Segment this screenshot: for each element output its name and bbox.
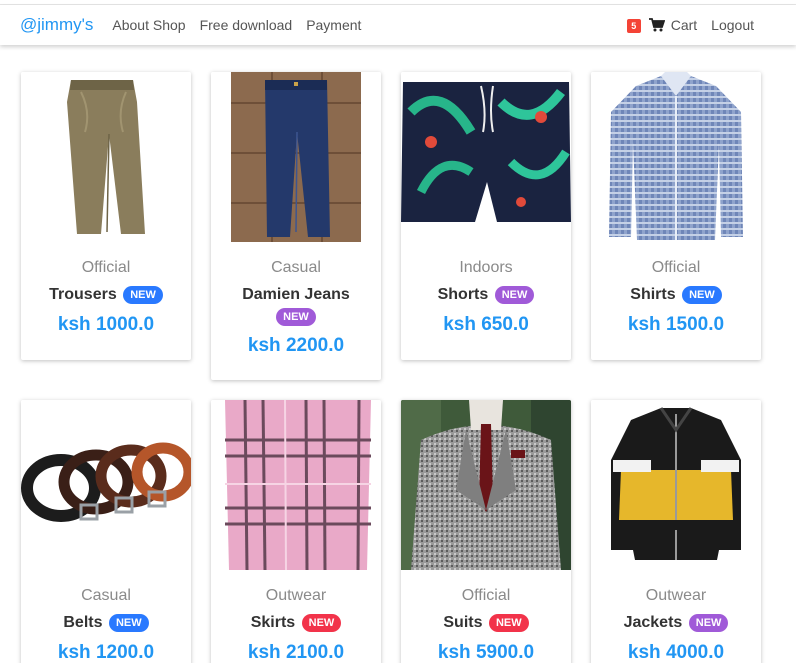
product-name[interactable]: Shirts xyxy=(630,286,675,303)
new-badge: NEW xyxy=(276,308,316,326)
cart-link[interactable]: Cart xyxy=(671,17,697,33)
product-name[interactable]: Trousers xyxy=(49,286,117,303)
product-image-suits[interactable] xyxy=(401,400,571,570)
product-card-belts[interactable]: Casual Belts NEW ksh 1200.0 xyxy=(21,400,191,663)
product-name-row: Trousers NEW xyxy=(21,285,191,305)
nav-link-payment[interactable]: Payment xyxy=(306,17,361,33)
product-image-trousers[interactable] xyxy=(21,72,191,242)
product-image-jeans[interactable] xyxy=(211,72,381,242)
product-name-row: Jackets NEW xyxy=(591,613,761,633)
product-card-shorts[interactable]: Indoors Shorts NEW ksh 650.0 xyxy=(401,72,571,360)
product-name[interactable]: Suits xyxy=(443,614,482,631)
product-price: ksh 5900.0 xyxy=(437,642,535,663)
nav-link-about-shop[interactable]: About Shop xyxy=(112,17,185,33)
new-badge: NEW xyxy=(488,614,529,632)
product-category: Casual xyxy=(81,587,131,604)
product-card-skirts[interactable]: Outwear Skirts NEW ksh 2100.0 xyxy=(211,400,381,663)
product-category: Official xyxy=(651,259,701,276)
new-badge: NEW xyxy=(301,614,342,632)
product-card-suits[interactable]: Official Suits NEW ksh 5900.0 xyxy=(401,400,571,663)
product-category: Casual xyxy=(271,259,321,276)
new-badge: NEW xyxy=(123,286,163,304)
product-category: Indoors xyxy=(459,259,513,276)
cart-count-badge: 5 xyxy=(626,19,641,33)
product-name-row: Damien Jeans NEW xyxy=(211,285,381,326)
product-name[interactable]: Shorts xyxy=(438,286,489,303)
product-price: ksh 1500.0 xyxy=(627,314,725,335)
product-name-row: Shorts NEW xyxy=(401,285,571,305)
product-name-row: Skirts NEW xyxy=(211,613,381,633)
product-price: ksh 4000.0 xyxy=(627,642,725,663)
product-image-shirts[interactable] xyxy=(591,72,761,242)
product-category: Official xyxy=(461,587,511,604)
product-name-row: Shirts NEW xyxy=(591,285,761,305)
nav-right-group: 5 Cart Logout xyxy=(626,17,754,33)
product-price: ksh 1200.0 xyxy=(57,642,155,663)
product-card-shirts[interactable]: Official Shirts NEW ksh 1500.0 xyxy=(591,72,761,360)
logout-link[interactable]: Logout xyxy=(711,17,754,33)
brand-logo[interactable]: @jimmy's xyxy=(20,15,93,35)
shopping-cart-icon[interactable] xyxy=(648,18,665,32)
product-category: Outwear xyxy=(645,587,707,604)
top-navbar: @jimmy's About Shop Free download Paymen… xyxy=(0,5,796,45)
new-badge: NEW xyxy=(688,614,729,632)
product-name[interactable]: Belts xyxy=(63,614,102,631)
product-name-row: Belts NEW xyxy=(21,613,191,633)
new-badge: NEW xyxy=(682,286,722,304)
product-name[interactable]: Skirts xyxy=(251,614,295,631)
nav-link-free-download[interactable]: Free download xyxy=(200,17,293,33)
product-image-jackets[interactable] xyxy=(591,400,761,570)
product-name[interactable]: Jackets xyxy=(624,614,683,631)
product-card-trousers[interactable]: Official Trousers NEW ksh 1000.0 xyxy=(21,72,191,360)
product-category: Official xyxy=(81,259,131,276)
product-image-skirts[interactable] xyxy=(211,400,381,570)
product-name[interactable]: Damien Jeans xyxy=(242,286,350,303)
product-category: Outwear xyxy=(265,587,327,604)
product-price: ksh 2100.0 xyxy=(247,642,345,663)
product-image-shorts[interactable] xyxy=(401,72,571,242)
product-image-belts[interactable] xyxy=(21,400,191,570)
product-name-row: Suits NEW xyxy=(401,613,571,633)
product-card-damien-jeans[interactable]: Casual Damien Jeans NEW ksh 2200.0 xyxy=(211,72,381,380)
product-price: ksh 650.0 xyxy=(443,314,529,335)
product-price: ksh 1000.0 xyxy=(57,314,155,335)
new-badge: NEW xyxy=(494,286,535,304)
product-card-jackets[interactable]: Outwear Jackets NEW ksh 4000.0 xyxy=(591,400,761,663)
new-badge: NEW xyxy=(108,614,149,632)
product-price: ksh 2200.0 xyxy=(247,335,345,356)
